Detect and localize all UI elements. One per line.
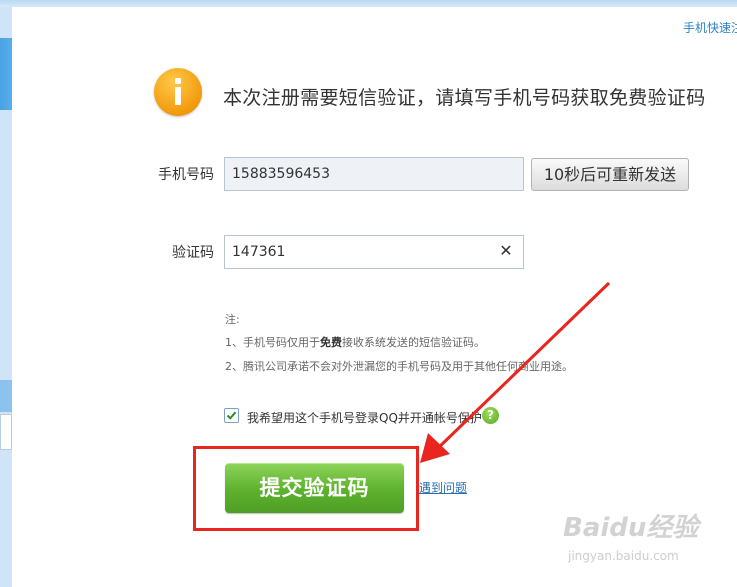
resend-button[interactable]: 10秒后可重新发送 (531, 158, 689, 191)
phone-field[interactable]: 15883596453 (224, 157, 524, 191)
sidebar-tab[interactable] (0, 380, 12, 412)
watermark: Baidu经验 jingyan.baidu.com (563, 497, 713, 567)
check-icon (226, 411, 237, 420)
watermark-brand: Baidu经验 (563, 513, 699, 543)
watermark-url: jingyan.baidu.com (568, 549, 679, 563)
note-title: 注: (225, 313, 240, 326)
page-headline: 本次注册需要短信验证，请填写手机号码获取免费验证码 (223, 87, 706, 109)
code-label: 验证码 (172, 245, 214, 261)
info-icon-dot (175, 78, 181, 84)
note-item-1-suffix: 接收系统发送的短信验证码。 (342, 336, 485, 349)
phone-label: 手机号码 (158, 167, 214, 183)
sidebar-tab[interactable] (0, 414, 12, 450)
note-item-2: 2、腾讯公司承诺不会对外泄漏您的手机号码及用于其他任何商业用途。 (225, 360, 573, 373)
quick-register-link[interactable]: 手机快速注 (683, 19, 737, 36)
help-icon[interactable]: ? (482, 407, 499, 424)
code-field[interactable]: 147361 (224, 235, 524, 269)
login-protect-label[interactable]: 我希望用这个手机号登录QQ并开通帐号保护 (247, 409, 482, 426)
note-item-1: 1、手机号码仅用于免费接收系统发送的短信验证码。 (225, 334, 485, 350)
annotation-highlight-box (193, 446, 419, 531)
problem-link[interactable]: 遇到问题 (419, 479, 467, 496)
clear-icon[interactable]: ✕ (498, 243, 514, 259)
note-item-1-bold: 免费 (320, 336, 342, 349)
login-protect-checkbox[interactable] (224, 408, 239, 423)
note-item-1-prefix: 1、手机号码仅用于 (225, 336, 320, 349)
info-icon-bar (175, 87, 181, 105)
top-bar (0, 0, 737, 7)
info-icon (154, 68, 202, 116)
